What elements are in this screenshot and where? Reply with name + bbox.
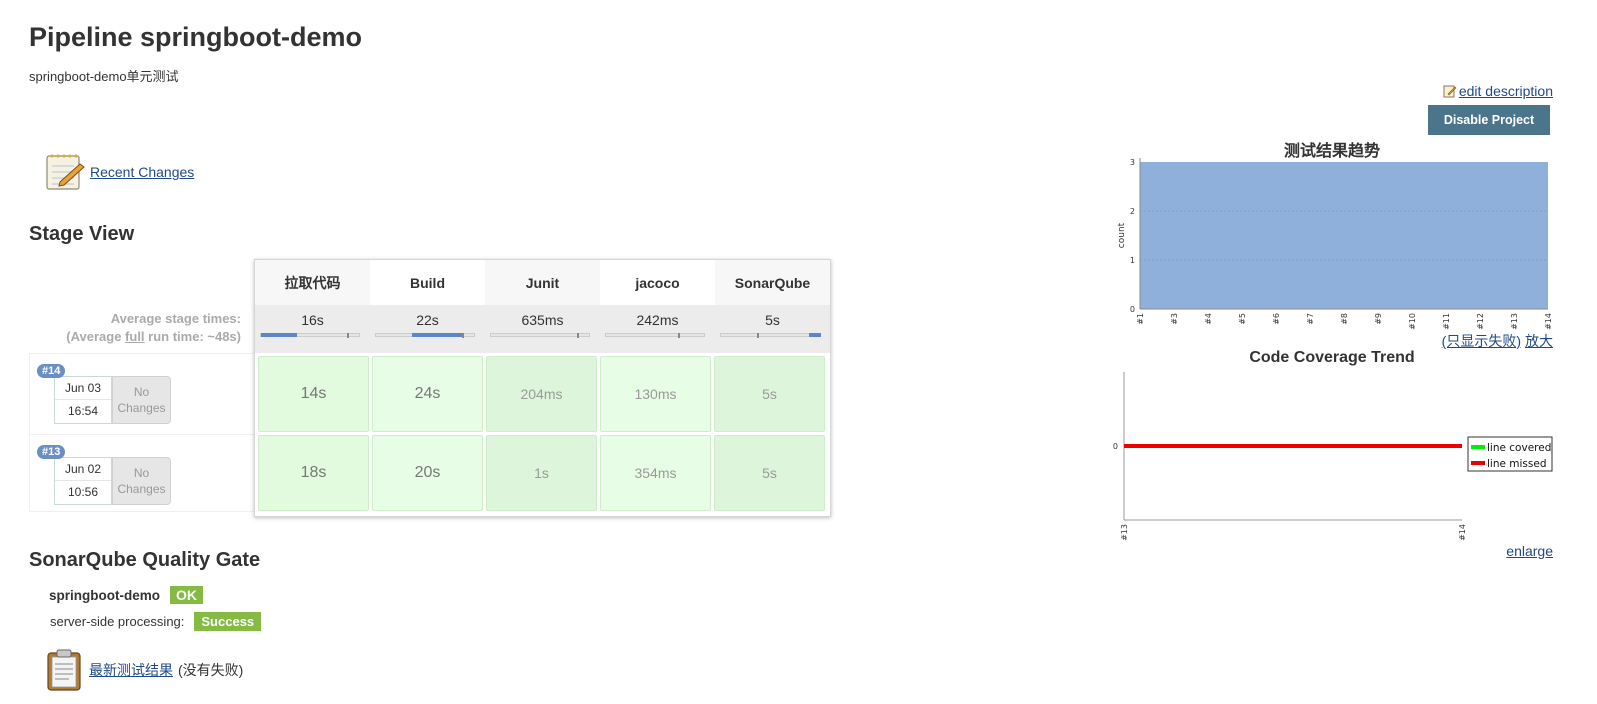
average-time-bar bbox=[260, 333, 360, 338]
stage-duration-cell[interactable]: 14s bbox=[258, 356, 369, 432]
build-history-column: #14 Jun 03 16:54 No Changes #13 Jun 02 1… bbox=[29, 353, 255, 512]
test-trend-links: (只显示失败) 放大 bbox=[1442, 331, 1553, 351]
average-time-bar bbox=[375, 333, 475, 338]
y-tick-label: 1 bbox=[1130, 256, 1135, 265]
latest-test-results-note: (没有失败) bbox=[178, 662, 244, 678]
edit-description-link[interactable]: edit description bbox=[1443, 83, 1553, 99]
stage-duration-cell[interactable]: 24s bbox=[372, 356, 483, 432]
processing-line: server-side processing: Success bbox=[50, 612, 262, 631]
page-title: Pipeline springboot-demo bbox=[29, 22, 363, 52]
enlarge-link[interactable]: enlarge bbox=[1506, 543, 1553, 559]
stage-duration-cell[interactable]: 130ms bbox=[600, 356, 711, 432]
x-tick-label: #9 bbox=[1374, 313, 1383, 325]
notepad-icon bbox=[46, 154, 85, 190]
average-time-cell: 5s bbox=[715, 305, 830, 353]
processing-status-badge: Success bbox=[194, 612, 262, 631]
y-axis-label: count bbox=[1117, 222, 1127, 248]
stage-view-table: 拉取代码 Build Junit jacoco SonarQube 16s 22… bbox=[254, 259, 831, 517]
x-tick-label: #13 bbox=[1510, 313, 1519, 330]
sonar-project-name[interactable]: springboot-demo bbox=[49, 588, 160, 603]
x-tick-label: #10 bbox=[1408, 313, 1417, 330]
stage-header: Build bbox=[410, 274, 445, 291]
build-date: Jun 02 10:56 bbox=[54, 457, 112, 505]
stage-duration-cell[interactable]: 354ms bbox=[600, 435, 711, 511]
average-time-bar bbox=[605, 333, 705, 338]
x-tick-label: #13 bbox=[1120, 524, 1129, 541]
page-description: springboot-demo单元测试 bbox=[29, 69, 179, 84]
stage-header-row: 拉取代码 Build Junit jacoco SonarQube bbox=[255, 260, 830, 305]
stage-header: Junit bbox=[485, 260, 600, 305]
average-time-bar bbox=[720, 333, 821, 338]
disable-project-button[interactable]: Disable Project bbox=[1428, 105, 1550, 135]
build-number-badge[interactable]: #13 bbox=[37, 445, 66, 459]
stage-header: jacoco bbox=[635, 274, 680, 291]
sonarqube-heading: SonarQube Quality Gate bbox=[29, 549, 261, 571]
y-tick-label: 2 bbox=[1130, 207, 1135, 216]
zoom-link[interactable]: 放大 bbox=[1525, 331, 1553, 351]
x-tick-label: #5 bbox=[1238, 313, 1247, 325]
build-row[interactable]: #14 Jun 03 16:54 No Changes bbox=[29, 353, 255, 434]
edit-description-label[interactable]: edit description bbox=[1459, 83, 1553, 99]
test-trend-chart[interactable]: 0 1 2 3 count #1 #3 #4 #5 #6 #7 #8 #9 #10 #11 #12 #13 #14 bbox=[1108, 150, 1558, 330]
average-time-bar bbox=[490, 333, 590, 338]
coverage-trend-title: Code Coverage Trend bbox=[1249, 349, 1415, 366]
average-times-row: 16s 22s 635ms 242ms 5s bbox=[255, 305, 830, 353]
recent-changes[interactable]: Recent Changes bbox=[44, 152, 194, 192]
x-tick-label: #6 bbox=[1272, 313, 1281, 325]
x-tick-label: #1 bbox=[1136, 313, 1145, 325]
stage-view-heading: Stage View bbox=[29, 223, 135, 245]
x-tick-label: #3 bbox=[1170, 313, 1179, 325]
recent-changes-link[interactable]: Recent Changes bbox=[90, 164, 194, 180]
latest-test-results[interactable]: 最新测试结果 (没有失败) bbox=[44, 648, 243, 692]
average-stage-times-label: Average stage times: (Average full run t… bbox=[66, 311, 241, 344]
average-time-cell: 16s bbox=[255, 305, 370, 353]
stage-header: 拉取代码 bbox=[255, 260, 370, 305]
stage-duration-cell[interactable]: 18s bbox=[258, 435, 369, 511]
y-tick-label: 0 bbox=[1130, 305, 1135, 314]
stage-duration-cell[interactable]: 20s bbox=[372, 435, 483, 511]
x-tick-label: #11 bbox=[1442, 313, 1451, 330]
average-time-cell: 635ms bbox=[485, 305, 600, 353]
x-tick-label: #4 bbox=[1204, 313, 1213, 325]
stage-results-row: 14s 24s 204ms 130ms 5s bbox=[257, 355, 830, 434]
edit-icon bbox=[1443, 85, 1457, 98]
build-row[interactable]: #13 Jun 02 10:56 No Changes bbox=[29, 434, 255, 512]
changes-badge[interactable]: No Changes bbox=[112, 457, 171, 505]
test-count-area bbox=[1140, 162, 1548, 309]
quality-gate-line: springboot-demo OK bbox=[49, 586, 203, 604]
average-time-cell: 242ms bbox=[600, 305, 715, 353]
x-tick-label: #14 bbox=[1544, 313, 1553, 330]
processing-label: server-side processing: bbox=[50, 614, 185, 629]
stage-duration-cell[interactable]: 204ms bbox=[486, 356, 597, 432]
clipboard-icon bbox=[47, 649, 81, 691]
average-time-cell: 22s bbox=[370, 305, 485, 353]
y-tick-label: 0 bbox=[1113, 442, 1118, 451]
stage-duration-cell[interactable]: 5s bbox=[714, 435, 825, 511]
latest-test-results-link[interactable]: 最新测试结果 bbox=[89, 660, 173, 680]
build-date: Jun 03 16:54 bbox=[54, 376, 112, 424]
quality-gate-status-badge: OK bbox=[170, 586, 203, 604]
stage-header: SonarQube bbox=[715, 260, 830, 305]
coverage-trend-chart[interactable]: 0 #13 #14 line covered line missed bbox=[1108, 366, 1558, 546]
stage-results-row: 18s 20s 1s 354ms 5s bbox=[257, 434, 830, 513]
stage-duration-cell[interactable]: 5s bbox=[714, 356, 825, 432]
y-tick-label: 3 bbox=[1130, 158, 1135, 167]
x-tick-label: #7 bbox=[1306, 313, 1315, 325]
legend-label: line missed bbox=[1487, 458, 1547, 470]
x-tick-label: #12 bbox=[1476, 313, 1485, 330]
x-tick-label: #8 bbox=[1340, 313, 1349, 325]
show-failed-only-link[interactable]: (只显示失败) bbox=[1442, 331, 1521, 351]
build-number-badge[interactable]: #14 bbox=[37, 364, 66, 378]
legend-label: line covered bbox=[1487, 442, 1551, 454]
x-tick-label: #14 bbox=[1458, 524, 1467, 541]
changes-badge[interactable]: No Changes bbox=[112, 376, 171, 424]
stage-duration-cell[interactable]: 1s bbox=[486, 435, 597, 511]
